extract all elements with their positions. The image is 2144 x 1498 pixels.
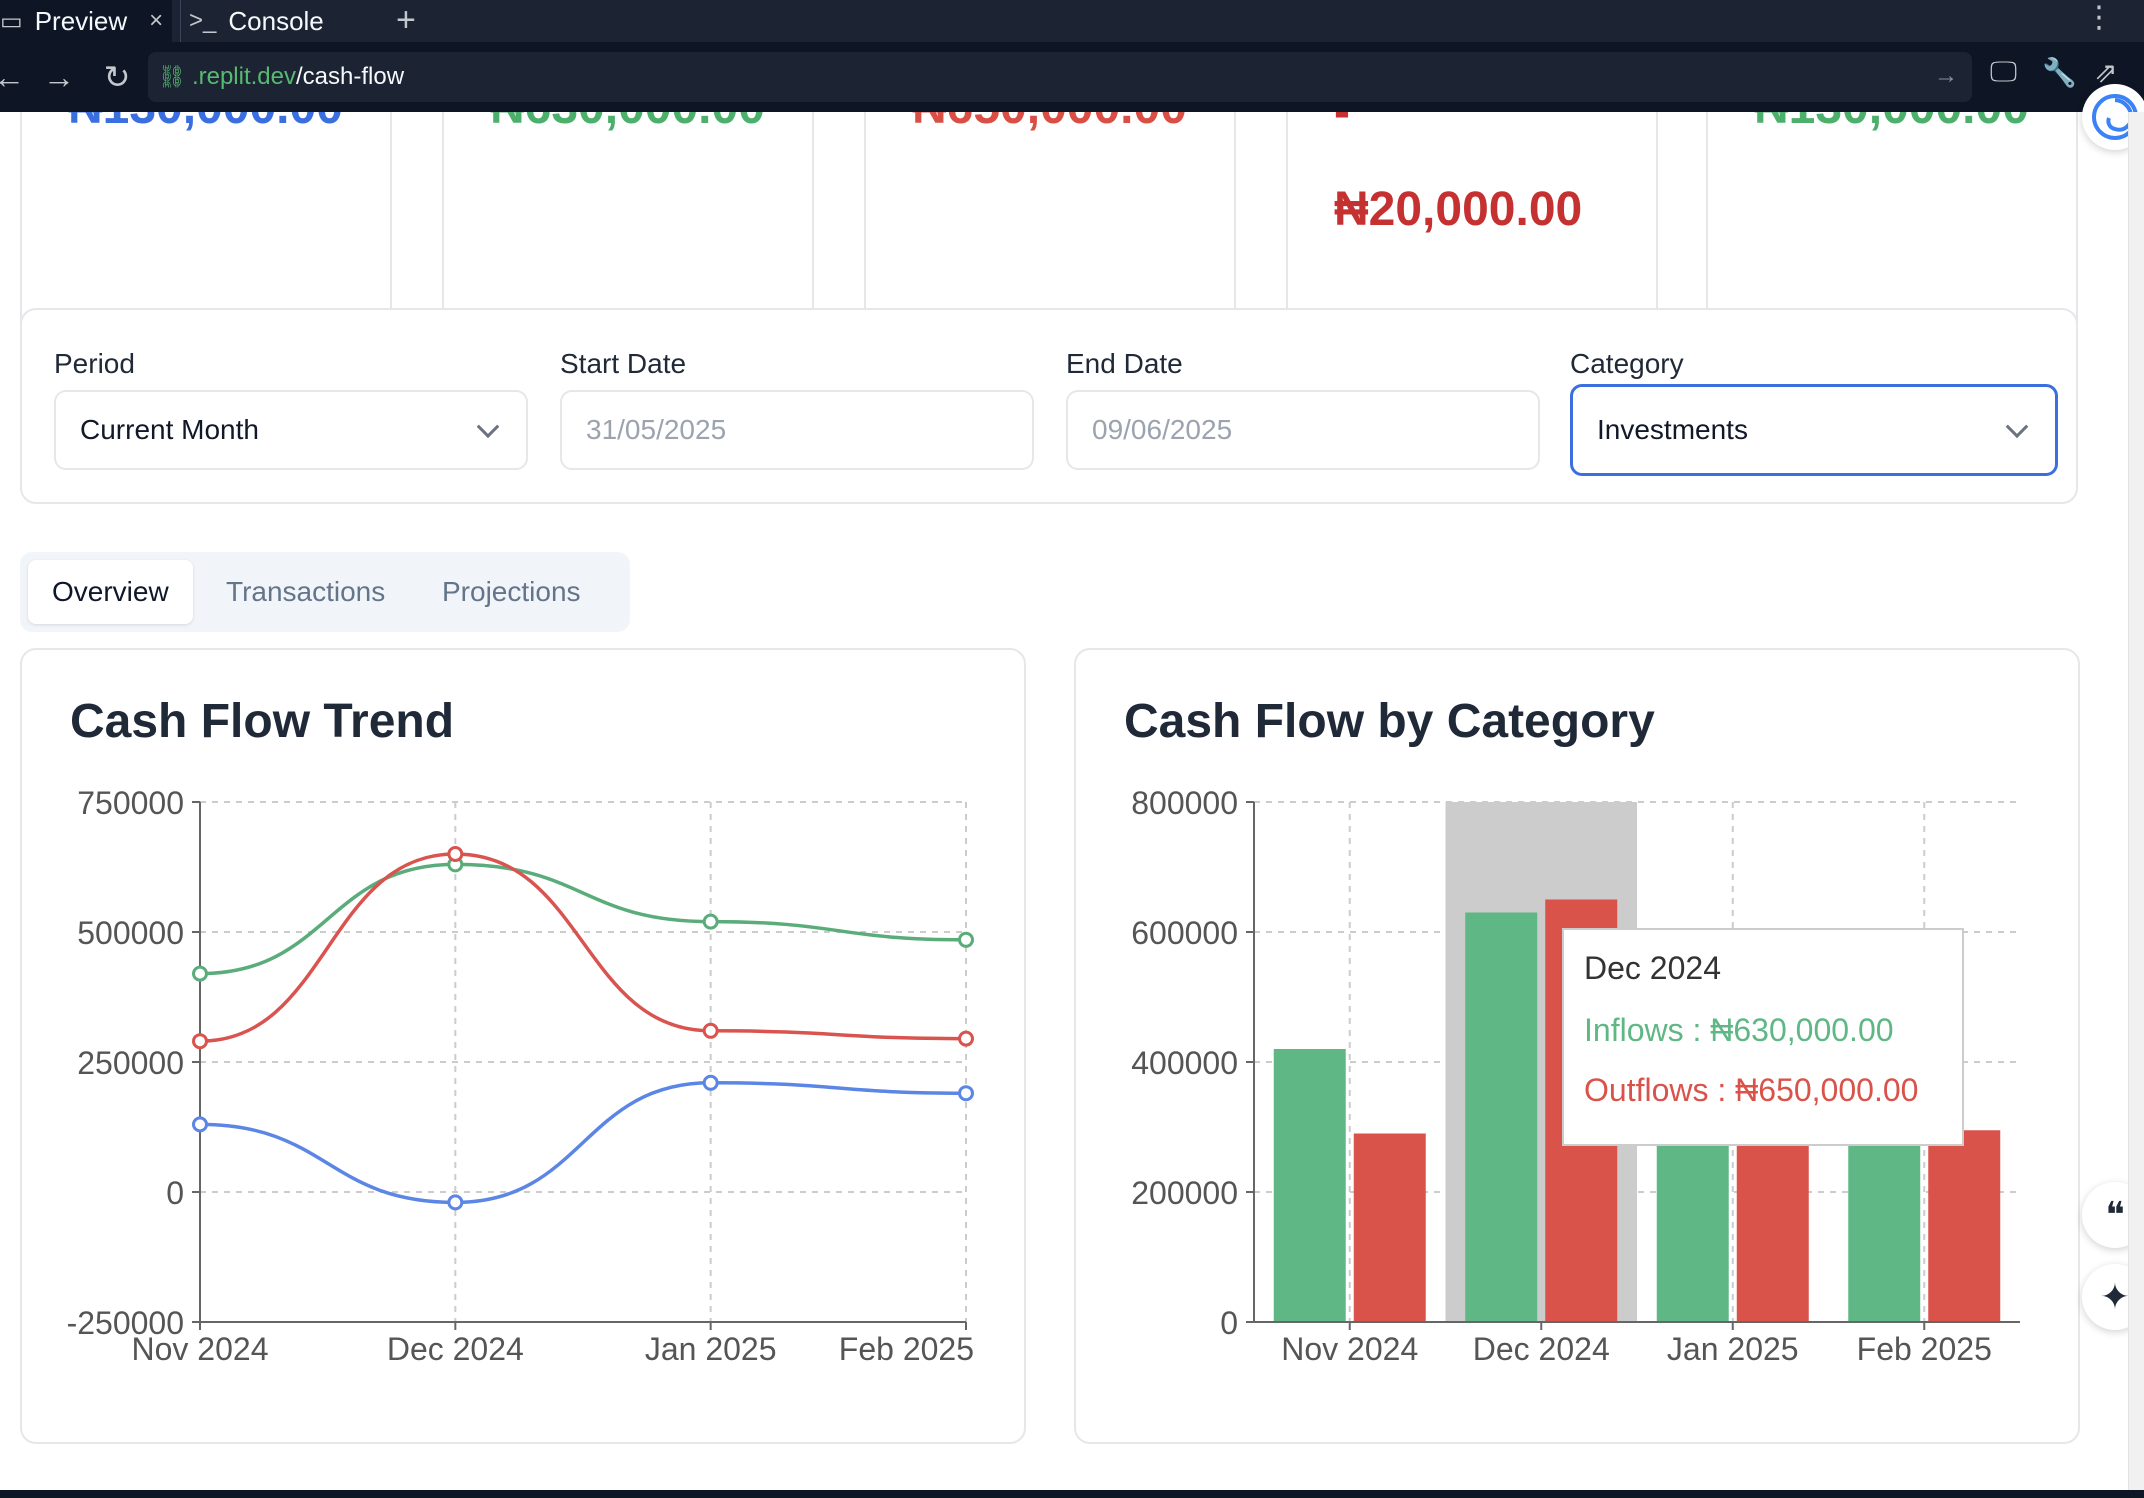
- x-tick-label: Nov 2024: [1281, 1331, 1418, 1367]
- period-value: Current Month: [80, 414, 259, 445]
- series-line-2: [199, 1081, 967, 1205]
- y-tick-label: 250000: [77, 1045, 184, 1081]
- period-select[interactable]: Current Month: [54, 390, 528, 470]
- forward-arrow-icon[interactable]: →: [36, 54, 82, 100]
- page-scrollbar[interactable]: [2128, 112, 2144, 1492]
- start-date-filter: Start Date 31/05/2025: [560, 346, 1034, 470]
- tab-preview[interactable]: ▭ Preview ×: [0, 0, 172, 42]
- tab-transactions[interactable]: Transactions: [202, 560, 409, 624]
- x-tick-label: Feb 2025: [1857, 1331, 1992, 1367]
- cash-flow-trend-chart: -2500000250000500000750000Nov 2024 Dec 20…: [67, 785, 974, 1367]
- end-date-label: End Date: [1066, 348, 1183, 379]
- y-tick-label: 500000: [77, 915, 184, 951]
- close-icon[interactable]: ×: [149, 7, 163, 35]
- tab-console[interactable]: >_ Console: [180, 0, 370, 42]
- series-point: [447, 846, 464, 862]
- start-date-value: 31/05/2025: [586, 414, 727, 445]
- device-icon[interactable]: 🖵: [1990, 56, 2017, 89]
- link-icon: ⛓: [158, 64, 186, 89]
- series-point: [702, 1074, 719, 1091]
- bar-inflows: [1273, 1049, 1346, 1322]
- x-tick-label: Feb 2025: [839, 1331, 974, 1367]
- end-date-input[interactable]: 09/06/2025: [1066, 390, 1540, 470]
- series-point: [192, 1033, 208, 1050]
- stat-value: ₦650,000.00: [912, 112, 1187, 135]
- y-tick-label: 600000: [1131, 915, 1238, 951]
- bottom-frame: [0, 1490, 2144, 1498]
- start-date-label: Start Date: [560, 348, 687, 379]
- tab-overview[interactable]: Overview: [28, 560, 193, 624]
- view-tabs: Overview Transactions Projections: [20, 552, 630, 632]
- chevron-down-icon: [476, 415, 500, 439]
- x-tick-label: Nov 2024: [132, 1331, 269, 1367]
- category-value: Investments: [1597, 414, 1748, 445]
- series-point: [702, 1022, 719, 1039]
- wrench-icon[interactable]: 🔧: [2042, 56, 2077, 89]
- url-input[interactable]: ⛓ .replit.dev /cash-flow →: [148, 52, 1972, 102]
- y-tick-label: 750000: [77, 785, 184, 821]
- start-date-input[interactable]: 31/05/2025: [560, 390, 1034, 470]
- series-point: [958, 1085, 974, 1102]
- series-point: [958, 1030, 974, 1047]
- bar-inflows: [1465, 912, 1538, 1322]
- stat-sign: -: [1334, 112, 1350, 139]
- y-tick-label: 200000: [1131, 1175, 1238, 1211]
- y-tick-label: 800000: [1131, 785, 1238, 821]
- bar-outflows: [1928, 1130, 2001, 1322]
- chevron-down-icon: [2005, 415, 2029, 439]
- go-arrow-icon[interactable]: →: [1934, 62, 1958, 90]
- back-arrow-icon[interactable]: ←: [0, 54, 32, 100]
- tab-projections[interactable]: Projections: [418, 560, 605, 624]
- category-label: Category: [1570, 348, 1684, 379]
- series-point: [192, 965, 208, 982]
- tab-preview-label: Preview: [34, 5, 128, 36]
- url-host: .replit.dev: [191, 63, 296, 90]
- browser-url-bar: ← → ↻ ⛓ .replit.dev /cash-flow → 🖵 🔧 ⇗: [0, 42, 2144, 112]
- y-tick-label: 0: [1220, 1305, 1238, 1341]
- stat-value: ₦630,000.00: [490, 112, 765, 135]
- chart-tooltip: Dec 2024 Inflows : ₦630,000.00 Outflows …: [1562, 928, 1964, 1146]
- tooltip-inflows: Inflows : ₦630,000.00: [1584, 1012, 1894, 1048]
- x-tick-label: Dec 2024: [1473, 1331, 1610, 1367]
- tooltip-title: Dec 2024: [1584, 950, 1721, 986]
- x-tick-label: Jan 2025: [1667, 1331, 1799, 1367]
- url-path: /cash-flow: [296, 63, 405, 90]
- y-tick-label: 400000: [1131, 1045, 1238, 1081]
- series-line-0: [199, 862, 967, 976]
- series-point: [192, 1116, 208, 1133]
- series-line-1: [199, 852, 967, 1043]
- filters-panel: Period Current Month Start Date 31/05/20…: [20, 308, 2078, 504]
- stat-value: ₦130,000.00: [1754, 112, 2029, 135]
- more-vertical-icon[interactable]: ⋮: [2084, 0, 2114, 42]
- browser-tab-bar: ▭ Preview × >_ Console + ⋮: [0, 0, 2144, 42]
- series-point: [702, 913, 719, 930]
- console-icon: >_: [189, 7, 217, 34]
- period-label: Period: [54, 348, 135, 379]
- bar-outflows: [1353, 1133, 1426, 1322]
- end-date-filter: End Date 09/06/2025: [1066, 346, 1540, 470]
- stat-value: ₦130,000.00: [68, 112, 343, 135]
- tooltip-outflows: Outflows : ₦650,000.00: [1584, 1072, 1919, 1108]
- x-tick-label: Jan 2025: [645, 1331, 777, 1367]
- category-filter: Category Investments: [1570, 346, 2058, 476]
- bar-outflows: [1736, 1120, 1809, 1322]
- new-tab-button[interactable]: +: [396, 0, 416, 42]
- period-filter: Period Current Month: [54, 346, 528, 470]
- preview-icon: ▭: [0, 7, 23, 35]
- series-point: [447, 1194, 464, 1211]
- series-point: [958, 931, 974, 948]
- tab-console-label: Console: [228, 5, 324, 36]
- y-tick-label: 0: [166, 1175, 184, 1211]
- cash-flow-page: ₦130,000.00 ₦630,000.00 ₦650,000.00 - ₦2…: [0, 112, 2128, 1492]
- category-select[interactable]: Investments: [1570, 384, 2058, 476]
- end-date-value: 09/06/2025: [1092, 414, 1233, 445]
- reload-icon[interactable]: ↻: [94, 54, 140, 100]
- stat-value: ₦20,000.00: [1334, 183, 1583, 236]
- x-tick-label: Dec 2024: [387, 1331, 524, 1367]
- cash-flow-trend-card: Cash Flow Trend -250000 0 250000 500000 7500…: [20, 648, 1026, 1444]
